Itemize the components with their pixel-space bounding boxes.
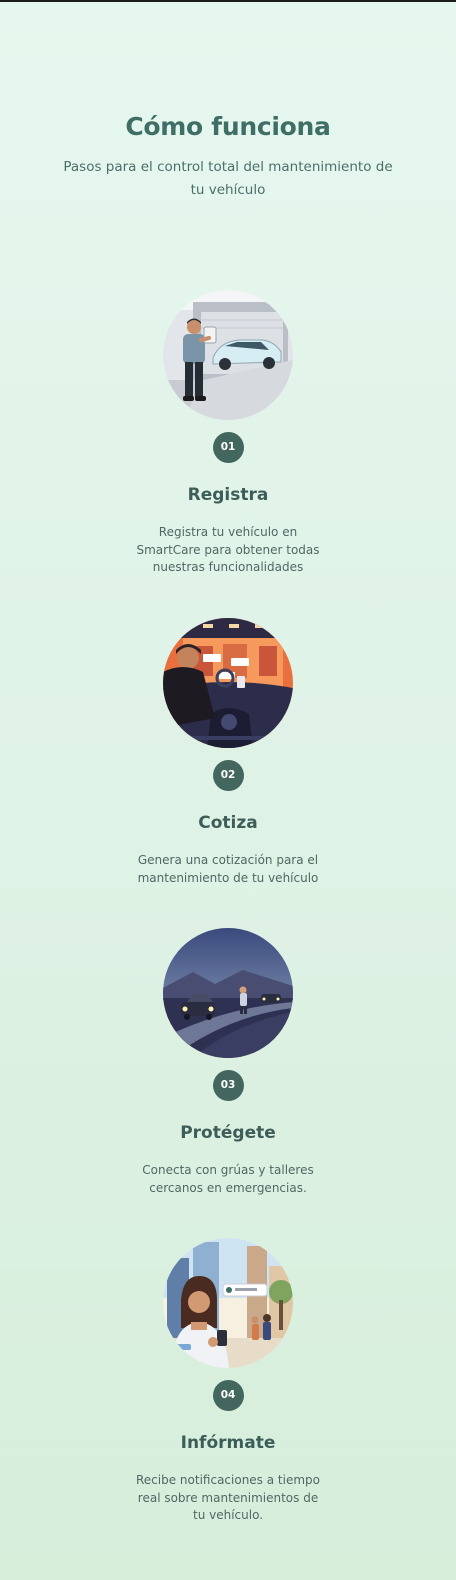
section-subtitle: Pasos para el control total del mantenim…	[63, 159, 393, 198]
top-border	[0, 0, 456, 2]
step-illustration	[163, 928, 293, 1058]
section-title: Cómo funciona	[125, 112, 331, 141]
step-title: Infórmate	[180, 1433, 276, 1453]
step-illustration	[163, 1238, 293, 1368]
step-cotiza: 02 Cotiza Genera una cotización para el …	[0, 618, 456, 887]
step-informate: 04 Infórmate Recibe notificaciones a tie…	[0, 1238, 456, 1525]
step-title: Cotiza	[198, 813, 258, 833]
step-description: Recibe notificaciones a tiempo real sobr…	[136, 1473, 320, 1522]
driver-dashboard-illustration	[163, 618, 293, 748]
step-description: Registra tu vehículo en SmartCare para o…	[136, 525, 320, 574]
step-number-badge: 04	[212, 1380, 244, 1411]
step-protegete: 03 Protégete Conecta con grúas y tallere…	[0, 928, 456, 1197]
step-illustration	[163, 618, 293, 748]
step-description: Genera una cotización para el mantenimie…	[137, 853, 319, 885]
step-illustration	[163, 290, 293, 420]
step-registra: 01 Registra Registra tu vehículo en Smar…	[0, 290, 456, 577]
step-number-badge: 01	[212, 432, 244, 463]
woman-notification-illustration	[163, 1238, 293, 1368]
step-number-badge: 03	[212, 1070, 244, 1101]
step-title: Registra	[187, 485, 269, 505]
step-title: Protégete	[180, 1123, 276, 1143]
step-number-badge: 02	[212, 760, 244, 791]
section-header: Cómo funciona Pasos para el control tota…	[0, 112, 456, 202]
step-description: Conecta con grúas y talleres cercanos en…	[142, 1163, 314, 1195]
roadside-emergency-illustration	[163, 928, 293, 1058]
person-registering-car-illustration	[163, 290, 293, 420]
